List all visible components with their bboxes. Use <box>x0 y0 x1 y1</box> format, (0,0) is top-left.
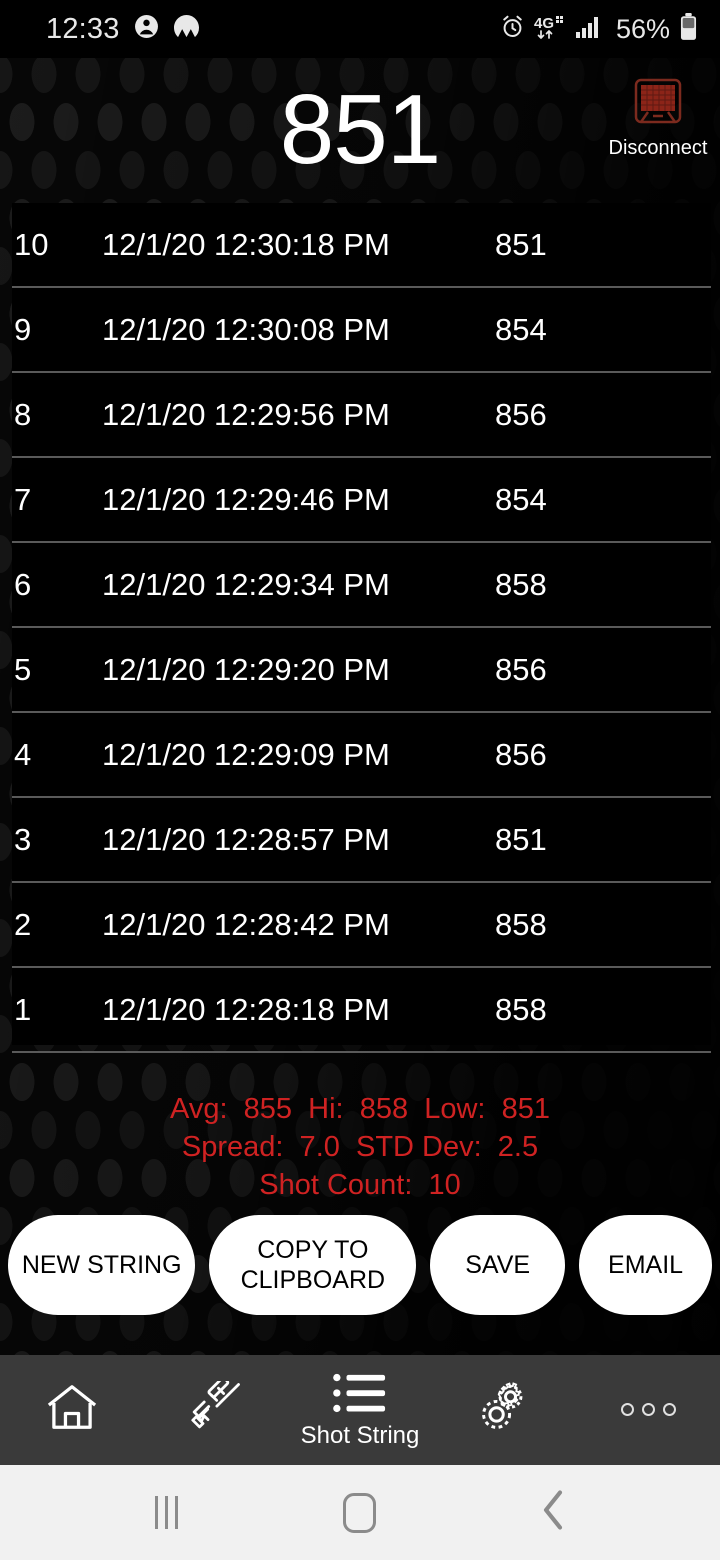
recents-icon <box>155 1496 179 1529</box>
shot-index: 5 <box>14 651 32 687</box>
header-bar: 851 Disconnect <box>0 58 720 203</box>
shot-value: 856 <box>495 396 547 432</box>
table-row[interactable]: 9 12/1/20 12:30:08 PM 854 <box>12 288 711 373</box>
nav-shot-string-label: Shot String <box>300 1421 420 1449</box>
app-root: 12:33 4G 56% 851 Disconnect 10 12/1/20 1… <box>0 0 720 1560</box>
shot-value: 854 <box>495 481 547 517</box>
svg-text:4G: 4G <box>534 15 554 32</box>
shot-value: 851 <box>495 821 547 857</box>
table-row[interactable]: 7 12/1/20 12:29:46 PM 854 <box>12 458 711 543</box>
list-icon <box>333 1371 387 1420</box>
overflow-dots-icon <box>620 1402 676 1416</box>
table-row[interactable]: 1 12/1/20 12:28:18 PM 858 <box>12 968 711 1053</box>
chronograph-device-icon <box>627 76 689 137</box>
nav-more[interactable] <box>576 1355 720 1465</box>
nav-rifle[interactable] <box>144 1355 288 1465</box>
shot-index: 1 <box>14 991 32 1027</box>
back-icon <box>540 1489 566 1536</box>
shot-index: 9 <box>14 311 32 347</box>
app-bottom-navigation: Shot String <box>0 1355 720 1465</box>
copy-to-clipboard-button[interactable]: COPY TO CLIPBOARD <box>209 1215 417 1315</box>
table-row[interactable]: 8 12/1/20 12:29:56 PM 856 <box>12 373 711 458</box>
new-string-button[interactable]: NEW STRING <box>8 1215 196 1315</box>
email-button[interactable]: EMAIL <box>579 1215 712 1315</box>
shot-index: 7 <box>14 481 32 517</box>
table-row[interactable]: 2 12/1/20 12:28:42 PM 858 <box>12 883 711 968</box>
vpn-icon <box>173 14 200 44</box>
signal-bars-icon <box>575 15 602 44</box>
shot-timestamp: 12/1/20 12:28:42 PM <box>102 906 390 942</box>
disconnect-label: Disconnect <box>608 137 708 159</box>
stats-line-avg-hi-low: Avg: 855 Hi: 858 Low: 851 <box>170 1093 550 1125</box>
rifle-icon <box>187 1375 245 1438</box>
android-system-nav <box>0 1465 720 1560</box>
stats-line-shot-count: Shot Count: 10 <box>259 1169 461 1201</box>
shot-index: 8 <box>14 396 32 432</box>
contact-icon <box>134 14 159 44</box>
nav-shot-string[interactable]: Shot String <box>288 1355 432 1465</box>
shot-timestamp: 12/1/20 12:28:18 PM <box>102 991 390 1027</box>
status-bar-right: 4G 56% <box>500 12 698 46</box>
gears-icon <box>476 1381 532 1438</box>
home-button[interactable] <box>310 1465 410 1560</box>
home-icon <box>43 1381 101 1438</box>
shot-index: 6 <box>14 566 32 602</box>
shot-value: 856 <box>495 651 547 687</box>
table-row[interactable]: 3 12/1/20 12:28:57 PM 851 <box>12 798 711 883</box>
android-status-bar: 12:33 4G 56% <box>0 0 720 58</box>
shot-timestamp: 12/1/20 12:29:56 PM <box>102 396 390 432</box>
action-button-row: NEW STRING COPY TO CLIPBOARD SAVE EMAIL <box>0 1215 720 1315</box>
shot-value: 856 <box>495 736 547 772</box>
shot-timestamp: 12/1/20 12:29:34 PM <box>102 566 390 602</box>
shot-timestamp: 12/1/20 12:29:46 PM <box>102 481 390 517</box>
nav-home[interactable] <box>0 1355 144 1465</box>
disconnect-button[interactable]: Disconnect <box>602 76 714 158</box>
recents-button[interactable] <box>117 1465 217 1560</box>
alarm-icon <box>500 14 525 44</box>
shot-index: 10 <box>14 226 49 262</box>
shot-timestamp: 12/1/20 12:28:57 PM <box>102 821 390 857</box>
status-bar-left: 12:33 <box>46 13 200 46</box>
nav-settings[interactable] <box>432 1355 576 1465</box>
table-row[interactable]: 6 12/1/20 12:29:34 PM 858 <box>12 543 711 628</box>
shot-value: 851 <box>495 226 547 262</box>
statistics-summary: Avg: 855 Hi: 858 Low: 851 Spread: 7.0 ST… <box>0 1048 720 1208</box>
battery-percent-label: 56% <box>615 13 670 44</box>
table-row[interactable]: 10 12/1/20 12:30:18 PM 851 <box>12 203 711 288</box>
home-button-icon <box>343 1492 377 1533</box>
stats-line-spread-stddev: Spread: 7.0 STD Dev: 2.5 <box>181 1131 539 1163</box>
shot-timestamp: 12/1/20 12:30:18 PM <box>102 226 390 262</box>
back-button[interactable] <box>503 1465 603 1560</box>
shot-timestamp: 12/1/20 12:29:20 PM <box>102 651 390 687</box>
shot-timestamp: 12/1/20 12:29:09 PM <box>102 736 390 772</box>
table-row[interactable]: 5 12/1/20 12:29:20 PM 856 <box>12 628 711 713</box>
shot-index: 2 <box>14 906 32 942</box>
network-4g-icon: 4G <box>534 14 566 45</box>
shot-string-list[interactable]: 10 12/1/20 12:30:18 PM 851 9 12/1/20 12:30:0… <box>12 203 711 1053</box>
shot-index: 3 <box>14 821 32 857</box>
table-row[interactable]: 4 12/1/20 12:29:09 PM 856 <box>12 713 711 798</box>
shot-value: 858 <box>495 991 547 1027</box>
shot-value: 854 <box>495 311 547 347</box>
shot-value: 858 <box>495 566 547 602</box>
shot-value: 858 <box>495 906 547 942</box>
status-bar-clock: 12:33 <box>46 12 120 45</box>
save-button[interactable]: SAVE <box>430 1215 566 1315</box>
battery-icon <box>679 12 698 46</box>
shot-index: 4 <box>14 736 32 772</box>
shot-timestamp: 12/1/20 12:30:08 PM <box>102 311 390 347</box>
